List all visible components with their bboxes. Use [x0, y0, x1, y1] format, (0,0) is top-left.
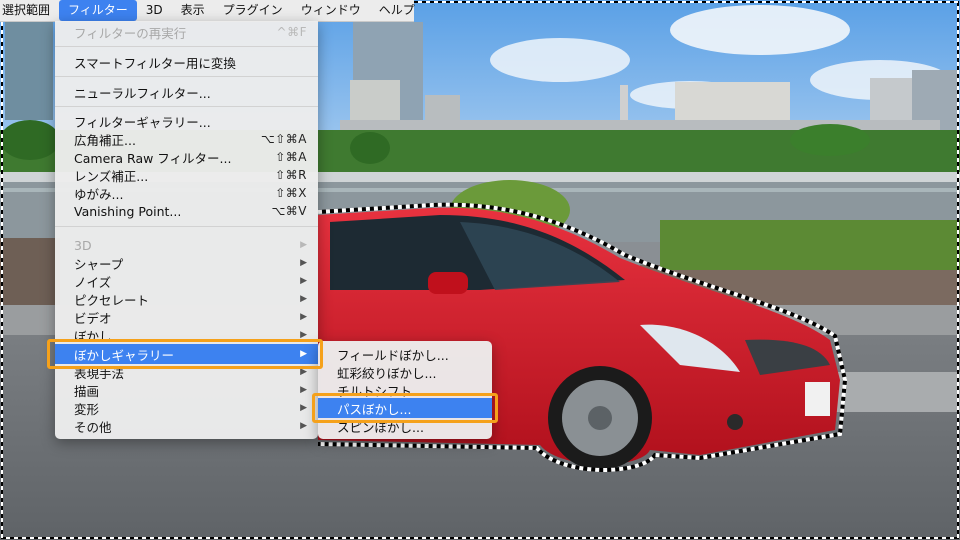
submenu-arrow-icon: ▶	[300, 276, 307, 286]
menu-item-stylize[interactable]: 表現手法 ▶	[55, 363, 318, 381]
submenu-arrow-icon: ▶	[300, 258, 307, 268]
menu-item-vanishing-point[interactable]: Vanishing Point... ⌥⌘V	[55, 202, 318, 220]
menu-bar: 選択範囲 フィルター 3D 表示 プラグイン ウィンドウ ヘルプ	[0, 0, 415, 22]
menu-item-3d: 3D ▶	[74, 237, 307, 253]
menu-item-distort[interactable]: 変形 ▶	[55, 399, 318, 417]
menu-item-noise[interactable]: ノイズ ▶	[55, 272, 318, 290]
menu-item-liquify[interactable]: ゆがみ... ⇧⌘X	[55, 184, 318, 202]
menu-filter[interactable]: フィルター	[59, 0, 137, 21]
submenu-arrow-icon: ▶	[300, 403, 307, 413]
submenu-item-spin-blur[interactable]: スピンぼかし...	[318, 417, 492, 435]
submenu-arrow-icon: ▶	[300, 312, 307, 322]
menu-item-convert-smart-filter[interactable]: スマートフィルター用に変換	[55, 53, 318, 71]
submenu-item-tilt-shift[interactable]: チルトシフト...	[318, 381, 492, 399]
menu-item-render[interactable]: 描画 ▶	[55, 381, 318, 399]
menu-plugins[interactable]: プラグイン	[214, 0, 292, 21]
menu-item-repeat-filter: フィルターの再実行 ^⌘F	[74, 25, 307, 41]
submenu-arrow-icon: ▶	[300, 349, 307, 359]
submenu-item-path-blur[interactable]: パスぼかし...	[318, 398, 492, 418]
menu-select[interactable]: 選択範囲	[0, 0, 59, 21]
blur-gallery-submenu: フィールドぼかし... 虹彩絞りぼかし... チルトシフト... パスぼかし..…	[318, 341, 492, 439]
menu-window[interactable]: ウィンドウ	[292, 0, 370, 21]
menu-item-blur-gallery[interactable]: ぼかしギャラリー ▶	[55, 344, 318, 364]
menu-item-camera-raw[interactable]: Camera Raw フィルター... ⇧⌘A	[55, 148, 318, 166]
menu-item-pixelate[interactable]: ピクセレート ▶	[55, 290, 318, 308]
submenu-item-iris-blur[interactable]: 虹彩絞りぼかし...	[318, 363, 492, 381]
submenu-arrow-icon: ▶	[300, 385, 307, 395]
submenu-arrow-icon: ▶	[300, 240, 307, 250]
menu-item-sharpen[interactable]: シャープ ▶	[55, 254, 318, 272]
menu-view[interactable]: 表示	[172, 0, 214, 21]
submenu-arrow-icon: ▶	[300, 330, 307, 340]
menu-item-lens-correction[interactable]: レンズ補正... ⇧⌘R	[55, 166, 318, 184]
submenu-item-field-blur[interactable]: フィールドぼかし...	[318, 345, 492, 363]
submenu-arrow-icon: ▶	[300, 421, 307, 431]
menu-item-blur[interactable]: ぼかし ▶	[55, 326, 318, 344]
menu-item-video[interactable]: ビデオ ▶	[55, 308, 318, 326]
filter-menu: フィルターの再実行 ^⌘F スマートフィルター用に変換 ニューラルフィルター..…	[55, 21, 318, 439]
menu-item-filter-gallery[interactable]: フィルターギャラリー...	[55, 112, 318, 130]
submenu-arrow-icon: ▶	[300, 367, 307, 377]
menu-item-other[interactable]: その他 ▶	[55, 417, 318, 435]
menu-3d[interactable]: 3D	[137, 0, 172, 21]
menu-item-neural-filters[interactable]: ニューラルフィルター...	[55, 83, 318, 101]
submenu-arrow-icon: ▶	[300, 294, 307, 304]
menu-item-adaptive-wide-angle[interactable]: 広角補正... ⌥⇧⌘A	[55, 130, 318, 148]
menu-help[interactable]: ヘルプ	[370, 0, 424, 21]
